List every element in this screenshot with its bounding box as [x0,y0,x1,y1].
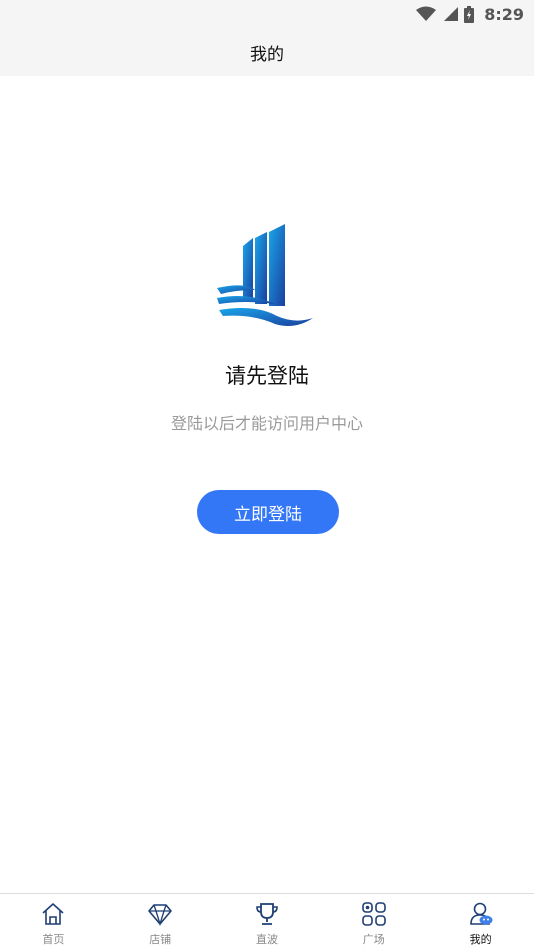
diamond-icon [147,901,173,927]
status-time: 8:29 [484,4,524,24]
login-prompt-title: 请先登陆 [225,364,309,388]
city-waves-logo [215,224,315,330]
tab-store[interactable]: 店铺 [107,894,214,950]
tab-label: 店铺 [149,933,172,946]
grid-icon [361,901,387,927]
login-button[interactable]: 立即登陆 [197,490,339,534]
tab-label: 广场 [362,933,385,946]
tab-live[interactable]: 直波 [214,894,321,950]
tab-label: 我的 [469,933,492,946]
signal-icon [442,6,459,22]
wifi-icon [416,6,437,22]
status-bar: 8:29 [0,0,534,28]
home-icon [40,901,66,927]
login-prompt-subtitle: 登陆以后才能访问用户中心 [170,414,363,433]
page-title: 我的 [250,44,284,65]
tab-mine[interactable]: 我的 [427,894,534,950]
bottom-tab-bar: 首页 店铺 直波 广场 我的 [0,893,534,950]
profile-icon [468,901,494,927]
battery-icon [464,5,475,23]
tab-home[interactable]: 首页 [0,894,107,950]
tab-label: 首页 [42,933,65,946]
trophy-icon [254,901,280,927]
tab-square[interactable]: 广场 [320,894,427,950]
header: 我的 [0,28,534,76]
screen: 8:29 我的 请先登陆 登陆以后才能访问用户中心 立即登陆 首页 店铺 直波 … [0,0,534,950]
tab-label: 直波 [255,933,278,946]
